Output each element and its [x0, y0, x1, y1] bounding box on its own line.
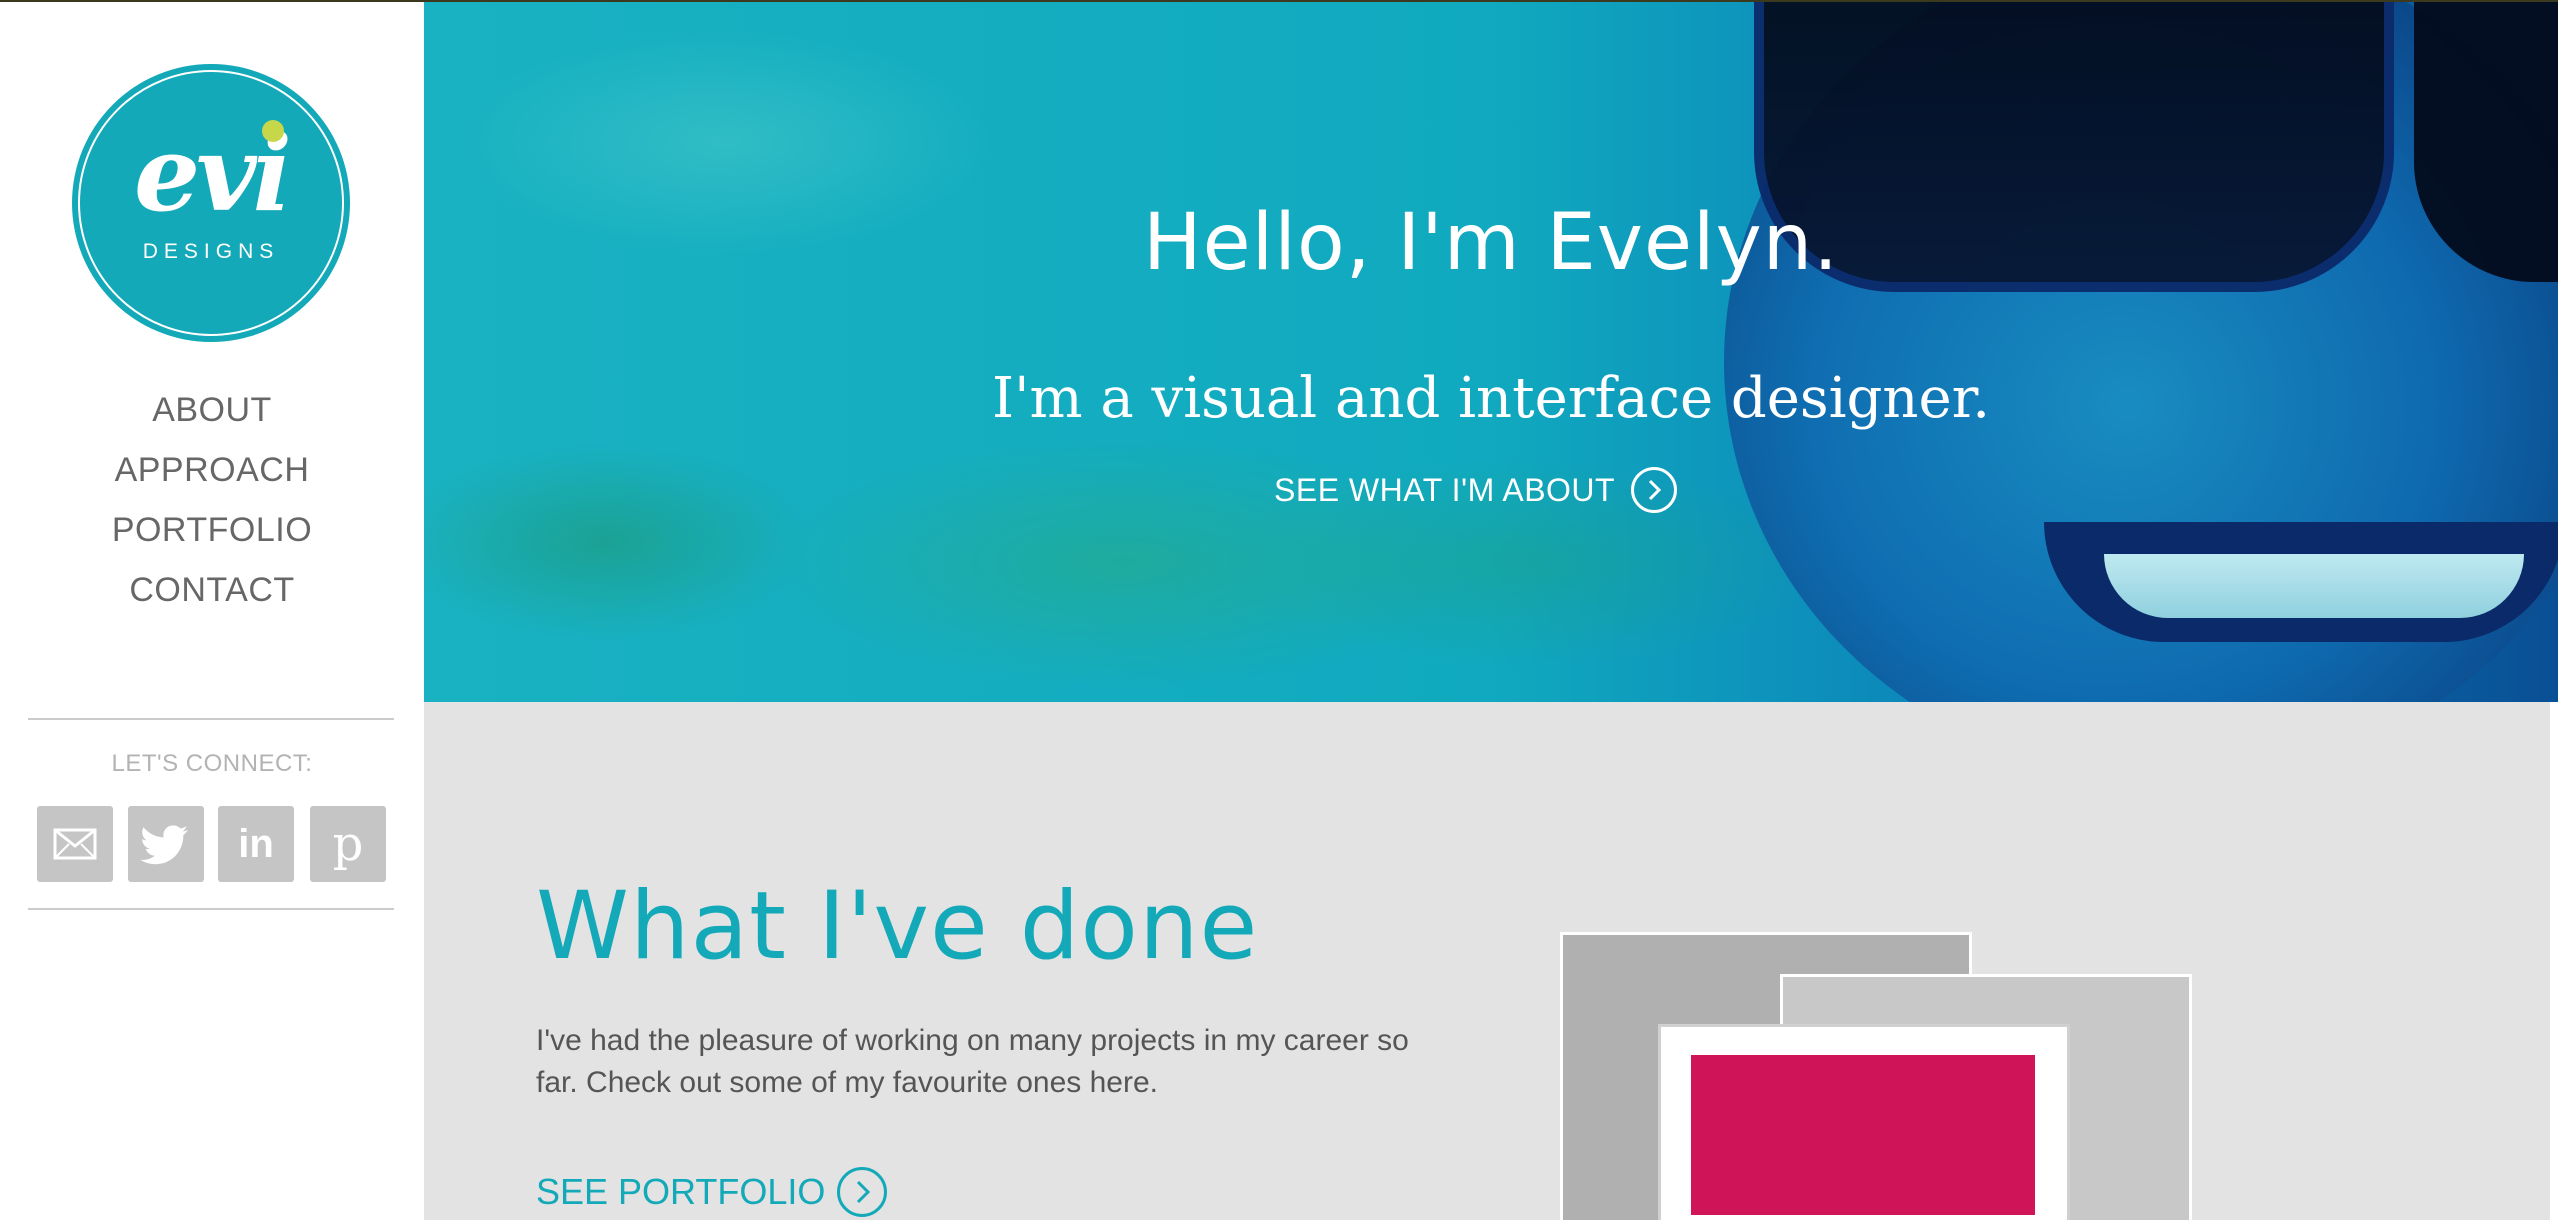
- chevron-right-icon: [857, 1180, 871, 1204]
- see-about-label: SEE WHAT I'M ABOUT: [1274, 471, 1616, 508]
- chevron-right-icon: [1649, 479, 1662, 501]
- nav-item-portfolio[interactable]: PORTFOLIO: [0, 500, 424, 560]
- hero-title: Hello, I'm Evelyn.: [1142, 198, 1839, 288]
- main-nav: ABOUT APPROACH PORTFOLIO CONTACT: [0, 380, 424, 620]
- hero-photo-teeth: [2104, 554, 2524, 618]
- logo-subtitle: DESIGNS: [142, 240, 280, 263]
- nav-item-approach[interactable]: APPROACH: [0, 440, 424, 500]
- portfolio-card-front: [1658, 1024, 2070, 1220]
- portfolio-section-description: I've had the pleasure of working on many…: [536, 1024, 1409, 1099]
- connect-divider-top: [28, 718, 394, 720]
- pinterest-icon: p: [332, 816, 364, 872]
- chevron-right-circle-icon: [1631, 467, 1678, 513]
- portfolio-section-title: What I've done: [536, 872, 1259, 981]
- connect-divider-bottom: [28, 908, 394, 910]
- portfolio-section: What I've done I've had the pleasure of …: [424, 702, 2558, 1220]
- see-portfolio-link[interactable]: SEE PORTFOLIO: [536, 1166, 896, 1218]
- hero-subtitle: I'm a visual and interface designer.: [991, 366, 1991, 431]
- page-right-edge: [2550, 702, 2558, 1220]
- twitter-icon: [140, 825, 189, 865]
- linkedin-icon: in: [238, 822, 274, 866]
- logo[interactable]: evi DESIGNS: [72, 64, 350, 342]
- portfolio-card-image: [1691, 1055, 2035, 1215]
- see-about-link[interactable]: SEE WHAT I'M ABOUT: [1274, 464, 1714, 516]
- connect-label: LET'S CONNECT:: [111, 750, 313, 777]
- chevron-right-circle-icon: [837, 1167, 888, 1217]
- twitter-link[interactable]: [128, 806, 204, 882]
- nav-item-contact[interactable]: CONTACT: [0, 560, 424, 620]
- email-icon: [53, 828, 97, 860]
- page: evi DESIGNS ABOUT APPROACH PORTFOLIO CON…: [0, 0, 2558, 1220]
- see-portfolio-label: SEE PORTFOLIO: [536, 1171, 826, 1212]
- logo-dot: [262, 120, 284, 142]
- logo-mark: evi: [133, 112, 292, 235]
- linkedin-link[interactable]: in: [218, 806, 294, 882]
- sidebar: evi DESIGNS ABOUT APPROACH PORTFOLIO CON…: [0, 2, 424, 1220]
- email-link[interactable]: [37, 806, 113, 882]
- nav-item-about[interactable]: ABOUT: [0, 380, 424, 440]
- pinterest-link[interactable]: p: [310, 806, 386, 882]
- hero-banner: Hello, I'm Evelyn. I'm a visual and inte…: [424, 2, 2558, 702]
